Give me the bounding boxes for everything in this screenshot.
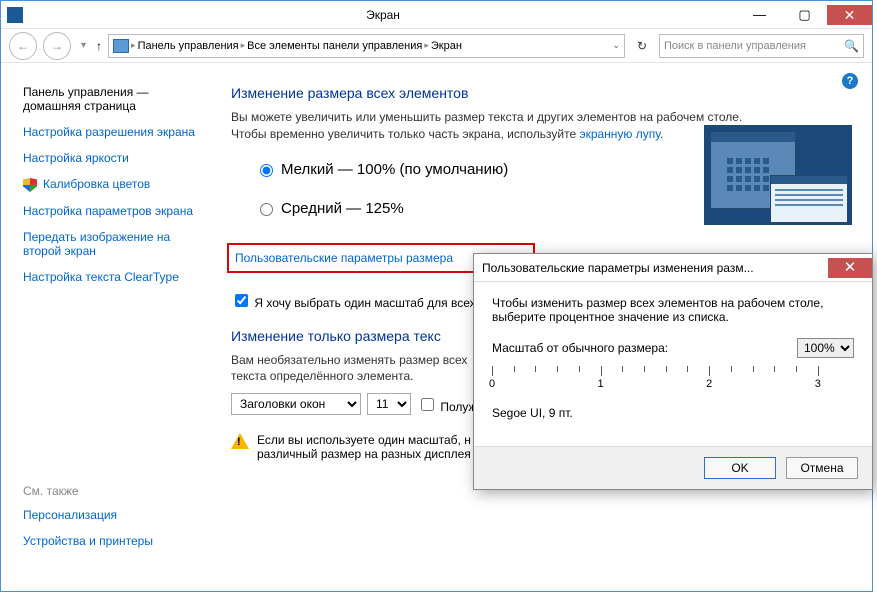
ruler-num-2: 2	[706, 378, 712, 390]
scale-row: Масштаб от обычного размера: 100%	[492, 338, 854, 358]
navigation-bar: ← → ▾ ↑ ▸ Панель управления ▸ Все элемен…	[1, 29, 872, 63]
forward-button[interactable]: →	[43, 32, 71, 60]
minimize-button[interactable]: —	[737, 5, 782, 25]
preview-thumbnail	[704, 125, 852, 225]
breadcrumb-item-0[interactable]: Панель управления	[138, 40, 239, 52]
main-window: Экран — ▢ ✕ ← → ▾ ↑ ▸ Панель управления …	[0, 0, 873, 592]
ruler-num-0: 0	[489, 378, 495, 390]
window-title: Экран	[29, 8, 737, 22]
radio-medium-label: Средний — 125%	[281, 200, 404, 217]
up-button[interactable]: ↑	[96, 39, 102, 53]
breadcrumb-sep: ▸	[241, 40, 246, 51]
single-scale-input[interactable]	[235, 294, 248, 307]
desc-resize-all: Вы можете увеличить или уменьшить размер…	[231, 109, 771, 143]
radio-small-label: Мелкий — 100% (по умолчанию)	[281, 161, 508, 178]
control-panel-icon	[113, 39, 129, 53]
warning-text: Если вы используете один масштаб, н разл…	[257, 433, 471, 461]
heading-resize-all: Изменение размера всех элементов	[231, 85, 860, 101]
custom-scale-dialog: Пользовательские параметры изменения раз…	[473, 253, 873, 490]
radio-medium-input[interactable]	[260, 203, 273, 216]
single-scale-label: Я хочу выбрать один масштаб для всех	[254, 296, 475, 310]
see-also-label: Персонализация	[23, 508, 117, 522]
sidebar-item-brightness[interactable]: Настройка яркости	[23, 151, 201, 165]
close-button[interactable]: ✕	[827, 5, 872, 25]
sidebar-item-label: Настройка параметров экрана	[23, 204, 193, 218]
app-icon	[7, 7, 23, 23]
sidebar-item-label: Настройка текста ClearType	[23, 270, 179, 284]
single-scale-checkbox[interactable]: Я хочу выбрать один масштаб для всех	[231, 296, 476, 310]
see-also-heading: См. также	[23, 484, 201, 498]
see-also-label: Устройства и принтеры	[23, 534, 153, 548]
font-sample: Segoe UI, 9 пт.	[492, 406, 854, 420]
titlebar: Экран — ▢ ✕	[1, 1, 872, 29]
breadcrumb-item-2[interactable]: Экран	[431, 40, 462, 52]
sidebar-item-project[interactable]: Передать изображение на второй экран	[23, 230, 201, 258]
breadcrumb-sep: ▸	[424, 40, 429, 51]
bold-input[interactable]	[421, 398, 434, 411]
sidebar-item-label: Калибровка цветов	[43, 177, 150, 191]
desc-text: Вы можете увеличить или уменьшить размер…	[231, 110, 742, 141]
magnifier-link[interactable]: экранную лупу	[579, 127, 660, 141]
ok-button[interactable]: OK	[704, 457, 776, 479]
dialog-close-button[interactable]: ✕	[828, 258, 872, 278]
warning-icon	[231, 433, 249, 451]
dialog-description: Чтобы изменить размер всех элементов на …	[492, 296, 854, 324]
sidebar-item-cleartype[interactable]: Настройка текста ClearType	[23, 270, 201, 284]
scale-select[interactable]: 100%	[797, 338, 854, 358]
search-placeholder: Поиск в панели управления	[664, 40, 844, 52]
sidebar-item-label: Передать изображение на второй экран	[23, 230, 201, 258]
dialog-button-bar: OK Отмена	[474, 446, 872, 489]
dialog-title: Пользовательские параметры изменения раз…	[474, 261, 828, 275]
sidebar-home[interactable]: Панель управления — домашняя страница	[23, 85, 201, 113]
sidebar-item-calibration[interactable]: Калибровка цветов	[23, 177, 201, 192]
sidebar-item-resolution[interactable]: Настройка разрешения экрана	[23, 125, 201, 139]
maximize-button[interactable]: ▢	[782, 5, 827, 25]
dialog-titlebar: Пользовательские параметры изменения раз…	[474, 254, 872, 282]
cancel-button[interactable]: Отмена	[786, 457, 858, 479]
sidebar-item-label: Настройка яркости	[23, 151, 129, 165]
breadcrumb-sep: ▸	[131, 40, 136, 51]
ruler[interactable]: 0 1 2 3	[492, 366, 854, 396]
breadcrumb-item-1[interactable]: Все элементы панели управления	[247, 40, 422, 52]
shield-icon	[23, 178, 37, 192]
sidebar-home-label: Панель управления — домашняя страница	[23, 85, 201, 113]
custom-size-link[interactable]: Пользовательские параметры размера	[235, 251, 453, 265]
scale-label: Масштаб от обычного размера:	[492, 341, 668, 355]
search-icon[interactable]: 🔍	[844, 39, 859, 53]
size-select[interactable]: 11	[367, 393, 411, 415]
refresh-button[interactable]: ↻	[631, 35, 653, 57]
breadcrumb-dropdown-icon[interactable]: ⌄	[612, 40, 620, 51]
recent-dropdown-icon[interactable]: ▾	[77, 40, 90, 51]
ruler-num-3: 3	[815, 378, 821, 390]
back-button[interactable]: ←	[9, 32, 37, 60]
sidebar-item-settings[interactable]: Настройка параметров экрана	[23, 204, 201, 218]
sidebar: Панель управления — домашняя страница На…	[1, 63, 211, 589]
element-select[interactable]: Заголовки окон	[231, 393, 361, 415]
see-also-personalization[interactable]: Персонализация	[23, 508, 201, 522]
search-input[interactable]: Поиск в панели управления 🔍	[659, 34, 864, 58]
see-also-devices[interactable]: Устройства и принтеры	[23, 534, 201, 548]
radio-small-input[interactable]	[260, 164, 273, 177]
ruler-num-1: 1	[598, 378, 604, 390]
breadcrumb[interactable]: ▸ Панель управления ▸ Все элементы панел…	[108, 34, 625, 58]
sidebar-item-label: Настройка разрешения экрана	[23, 125, 195, 139]
window-controls: — ▢ ✕	[737, 5, 872, 25]
dialog-body: Чтобы изменить размер всех элементов на …	[474, 282, 872, 446]
